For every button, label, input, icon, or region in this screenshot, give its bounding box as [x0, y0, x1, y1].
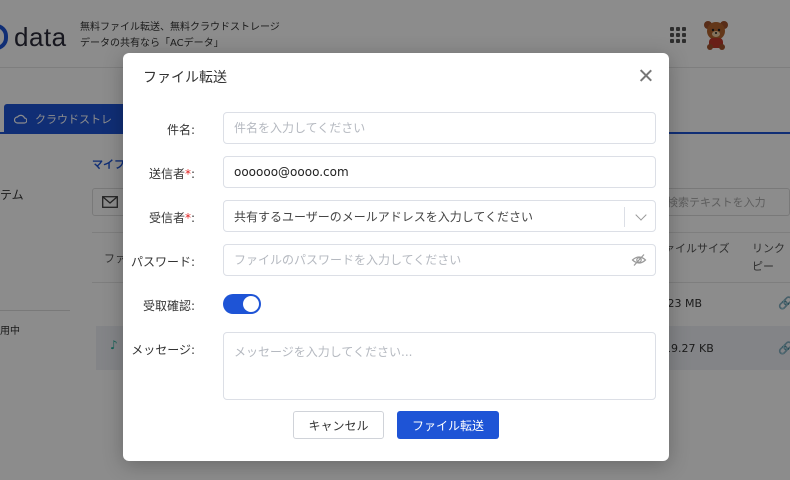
label-colon: : — [190, 211, 195, 225]
toggle-knob — [243, 296, 259, 312]
sender-input[interactable] — [223, 156, 656, 188]
sender-label-text: 送信者 — [148, 167, 185, 181]
password-label: パスワード: — [130, 255, 195, 269]
select-separator — [624, 207, 625, 227]
dialog-title: ファイル転送 — [143, 70, 227, 86]
message-textarea[interactable] — [223, 332, 656, 400]
sender-label: 送信者*: — [149, 165, 195, 182]
message-label: メッセージ: — [131, 343, 195, 357]
subject-input[interactable] — [223, 112, 656, 144]
label-colon: : — [190, 167, 195, 181]
recipient-placeholder: 共有するユーザーのメールアドレスを入力してください — [234, 209, 534, 224]
recipient-label: 受信者*: — [149, 209, 195, 226]
recipient-select[interactable]: 共有するユーザーのメールアドレスを入力してください — [223, 200, 656, 232]
subject-label: 件名: — [166, 123, 195, 137]
eye-off-icon[interactable] — [631, 252, 647, 268]
cancel-button[interactable]: キャンセル — [293, 411, 384, 439]
recipient-label-text: 受信者 — [148, 211, 185, 225]
file-transfer-button[interactable]: ファイル転送 — [397, 411, 499, 439]
receipt-label: 受取確認: — [142, 299, 195, 313]
chevron-down-icon[interactable] — [635, 209, 647, 221]
password-input[interactable] — [223, 244, 656, 276]
receipt-toggle[interactable] — [223, 294, 261, 314]
file-transfer-dialog: ファイル転送 件名: 送信者*: 受信者*: 共有するユーザーのメールアドレスを… — [123, 53, 669, 461]
close-icon[interactable] — [637, 67, 655, 85]
